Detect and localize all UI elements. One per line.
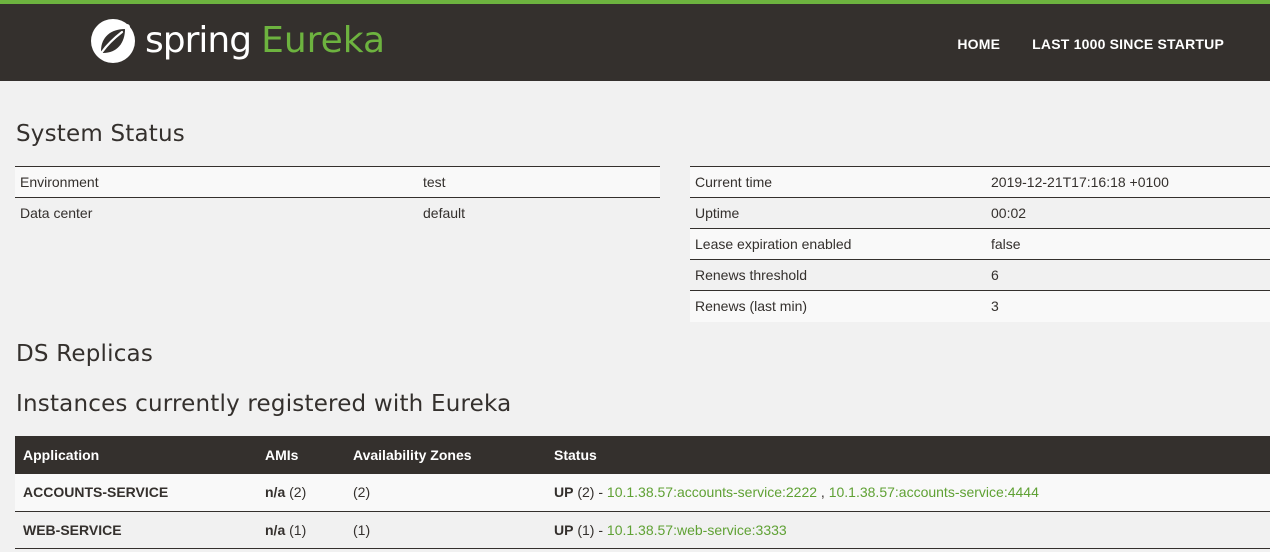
nav-last-1000-link[interactable]: LAST 1000 SINCE STARTUP: [1016, 30, 1240, 58]
top-navbar: spring Eureka HOME LAST 1000 SINCE STARTU…: [0, 0, 1270, 81]
amis-count: (1): [285, 521, 307, 538]
status-label: Renews (last min): [690, 290, 986, 322]
main-nav: HOME LAST 1000 SINCE STARTUP: [941, 30, 1240, 58]
table-row: Lease expiration enabled false: [690, 228, 1270, 260]
amis-count: (2): [285, 484, 307, 501]
table-row: Renews (last min) 3: [690, 290, 1270, 322]
status-count: (2) -: [573, 484, 607, 501]
amis-value: n/a: [265, 521, 286, 538]
table-row: Environment test: [15, 166, 660, 198]
system-status-heading: System Status: [16, 121, 185, 147]
amis-cell: n/a (1): [257, 511, 345, 549]
amis-value: n/a: [265, 484, 286, 501]
table-row: WEB-SERVICE n/a (1) (1) UP (1) - 10.1.38…: [15, 511, 1270, 549]
link-separator: ,: [817, 484, 829, 501]
amis-cell: n/a (2): [257, 474, 345, 512]
instance-link[interactable]: 10.1.38.57:accounts-service:2222: [607, 484, 817, 500]
instances-heading: Instances currently registered with Eure…: [16, 391, 512, 417]
status-up: UP: [554, 484, 574, 501]
instance-link[interactable]: 10.1.38.57:accounts-service:4444: [829, 484, 1039, 500]
status-value: 6: [986, 259, 1270, 291]
status-value: 2019-12-21T17:16:18 +0100: [986, 166, 1270, 198]
column-header-application[interactable]: Application: [15, 436, 257, 474]
nav-home-link[interactable]: HOME: [941, 30, 1016, 58]
status-value: 00:02: [986, 197, 1270, 229]
status-label: Lease expiration enabled: [690, 228, 986, 260]
application-name: ACCOUNTS-SERVICE: [15, 474, 257, 512]
status-value: false: [986, 228, 1270, 260]
status-value: 3: [986, 290, 1270, 322]
system-status-right-table: Current time 2019-12-21T17:16:18 +0100 U…: [690, 166, 1270, 322]
instances-table: Application AMIs Availability Zones Stat…: [15, 436, 1270, 549]
logo-eureka-text: Eureka: [261, 20, 386, 61]
status-cell: UP (1) - 10.1.38.57:web-service:3333: [546, 511, 1270, 549]
column-header-amis[interactable]: AMIs: [257, 436, 345, 474]
table-row: Renews threshold 6: [690, 259, 1270, 291]
status-label: Uptime: [690, 197, 986, 229]
spring-eureka-logo[interactable]: spring Eureka: [89, 17, 385, 65]
table-header-row: Application AMIs Availability Zones Stat…: [15, 436, 1270, 474]
status-label: Environment: [15, 166, 418, 198]
spring-leaf-icon: [91, 19, 135, 63]
status-count: (1) -: [573, 521, 607, 538]
status-value: default: [418, 197, 660, 229]
table-row: Data center default: [15, 197, 660, 229]
application-name: WEB-SERVICE: [15, 511, 257, 549]
system-status-left-table: Environment test Data center default: [15, 166, 660, 229]
status-label: Current time: [690, 166, 986, 198]
logo-spring-text: spring: [145, 20, 252, 61]
instance-link[interactable]: 10.1.38.57:web-service:3333: [607, 522, 787, 538]
table-row: Uptime 00:02: [690, 197, 1270, 229]
table-row: ACCOUNTS-SERVICE n/a (2) (2) UP (2) - 10…: [15, 474, 1270, 512]
ds-replicas-heading: DS Replicas: [16, 341, 154, 367]
status-label: Data center: [15, 197, 418, 229]
status-label: Renews threshold: [690, 259, 986, 291]
status-up: UP: [554, 521, 574, 538]
status-value: test: [418, 166, 660, 198]
zones-cell: (2): [345, 474, 546, 512]
table-row: Current time 2019-12-21T17:16:18 +0100: [690, 166, 1270, 198]
status-cell: UP (2) - 10.1.38.57:accounts-service:222…: [546, 474, 1270, 512]
column-header-zones[interactable]: Availability Zones: [345, 436, 546, 474]
column-header-status[interactable]: Status: [546, 436, 1270, 474]
zones-cell: (1): [345, 511, 546, 549]
